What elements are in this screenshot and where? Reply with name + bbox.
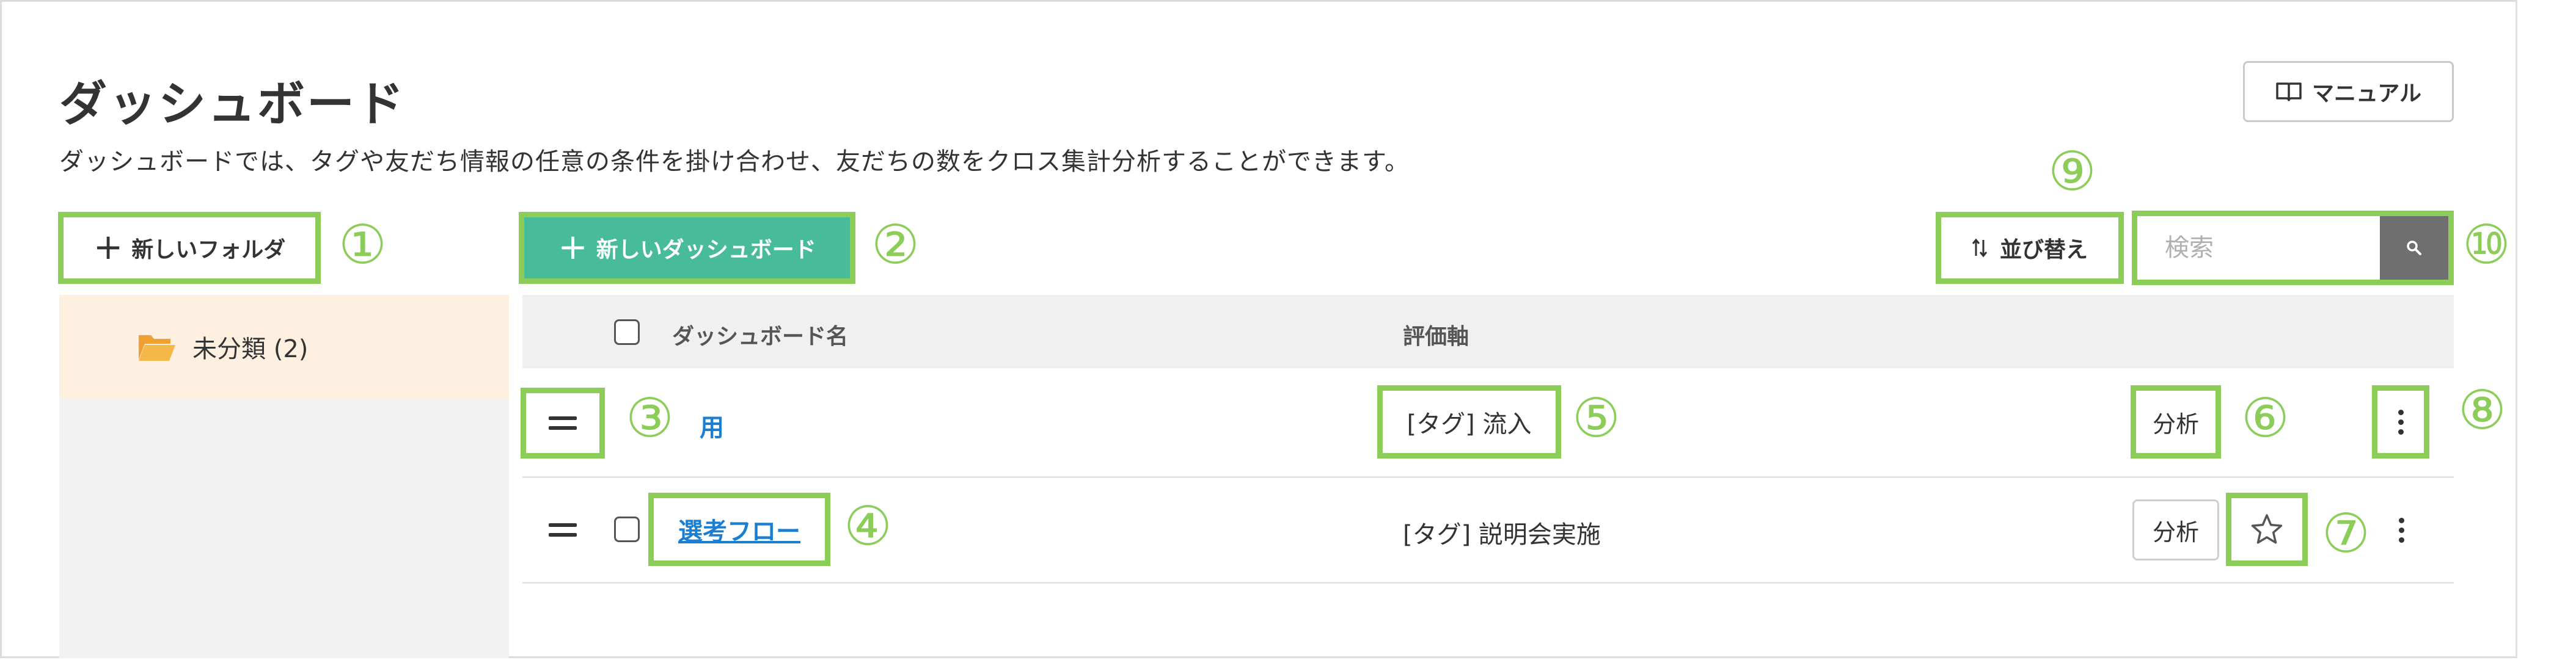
annotation-6: ⑥ <box>2241 386 2289 449</box>
dashboard-name-link[interactable]: 選考フロー <box>678 512 800 547</box>
annotation-1: ① <box>338 213 387 276</box>
page-title: ダッシュボード <box>59 77 406 132</box>
new-folder-label: 新しいフォルダ <box>131 238 286 263</box>
star-icon <box>2250 513 2283 545</box>
annotation-2: ② <box>871 213 920 276</box>
annotation-5: ⑤ <box>1572 386 1620 449</box>
search-button[interactable] <box>2380 216 2448 280</box>
new-folder-button[interactable]: + 新しいフォルダ <box>58 212 321 284</box>
sort-arrows-icon <box>1972 238 1988 258</box>
dashboard-name-link[interactable]: 用 <box>700 408 724 443</box>
manual-button[interactable]: マニュアル <box>2243 61 2454 122</box>
favorite-star-button[interactable] <box>2226 493 2308 566</box>
analyze-label: 分析 <box>2152 518 2199 546</box>
row-checkbox[interactable] <box>614 517 640 542</box>
search-icon <box>2406 239 2423 256</box>
annotation-3: ③ <box>626 386 674 449</box>
manual-label: マニュアル <box>2312 81 2421 106</box>
select-all-checkbox[interactable] <box>614 319 640 345</box>
row-divider <box>522 476 2454 478</box>
annotation-10: ⑩ <box>2462 213 2511 276</box>
axis-text: [タグ] 流入 <box>1407 410 1532 438</box>
folder-label: 未分類 (2) <box>192 335 309 363</box>
page-description: ダッシュボードでは、タグや友だち情報の任意の条件を掛け合わせ、友だちの数をクロス… <box>59 148 1410 176</box>
column-header-axis: 評価軸 <box>1403 324 1469 349</box>
book-icon <box>2275 81 2302 102</box>
sort-button[interactable]: 並び替え <box>1936 212 2124 284</box>
axis-text: [タグ] 説明会実施 <box>1403 521 1601 549</box>
drag-handle[interactable] <box>521 388 605 459</box>
folder-open-icon <box>137 332 177 362</box>
plus-icon: + <box>558 226 588 267</box>
search-input[interactable] <box>2137 216 2380 280</box>
analyze-button[interactable]: 分析 <box>2131 385 2221 459</box>
plus-icon: + <box>93 226 123 267</box>
axis-cell: [タグ] 流入 <box>1377 385 1561 459</box>
dashboard-name-cell: 選考フロー <box>648 493 830 566</box>
column-header-name: ダッシュボード名 <box>672 324 849 349</box>
annotation-4: ④ <box>844 495 892 557</box>
analyze-button[interactable]: 分析 <box>2132 499 2219 560</box>
search-box <box>2132 211 2454 285</box>
more-options-icon[interactable] <box>2389 513 2413 547</box>
drag-handle[interactable] <box>535 518 591 542</box>
new-dashboard-label: 新しいダッシュボード <box>596 238 816 263</box>
more-options-icon[interactable] <box>2372 385 2429 459</box>
sort-label: 並び替え <box>1999 238 2088 263</box>
annotation-7: ⑦ <box>2322 502 2370 565</box>
annotation-8: ⑧ <box>2458 379 2506 441</box>
analyze-label: 分析 <box>2152 410 2199 438</box>
new-dashboard-button[interactable]: + 新しいダッシュボード <box>519 212 855 284</box>
annotation-9: ⑨ <box>2048 140 2096 203</box>
folder-item-uncategorized[interactable]: 未分類 (2) <box>59 295 509 399</box>
row-divider <box>522 582 2454 584</box>
